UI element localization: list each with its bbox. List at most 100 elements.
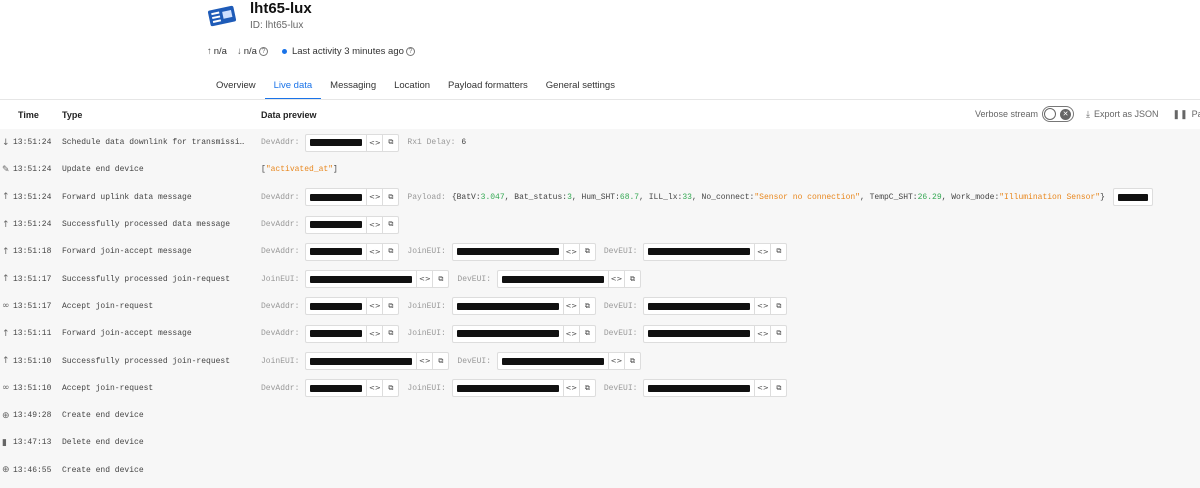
code-icon[interactable]: <> [562, 325, 579, 342]
copy-icon[interactable]: ⧉ [624, 353, 640, 370]
joineui-field[interactable]: <> ⧉ [305, 270, 450, 289]
verbose-stream-toggle[interactable]: ✕ [1042, 106, 1075, 122]
code-icon[interactable]: <> [366, 134, 382, 151]
event-row[interactable]: ⊕ 13:49:28 Create end device [0, 402, 1200, 429]
deveui-field[interactable]: <> ⧉ [643, 379, 788, 398]
code-icon[interactable]: <> [562, 243, 579, 260]
devaddr-field[interactable]: <> ⧉ [305, 324, 400, 343]
redacted-value [502, 357, 605, 365]
copy-icon[interactable]: ⧉ [382, 243, 398, 260]
copy-icon[interactable]: ⧉ [382, 216, 398, 233]
devaddr-field[interactable]: <> ⧉ [305, 215, 400, 234]
event-row[interactable]: ✎ 13:51:24 Update end device [ "activated_a… [0, 156, 1200, 183]
event-row[interactable]: ⊕ 13:46:55 Create end device [0, 457, 1200, 484]
payload-value: 3.047 [480, 192, 505, 202]
event-row[interactable]: ↑ 13:51:24 Successfully processed data mes… [0, 211, 1200, 238]
tab-overview[interactable]: Overview [207, 72, 265, 100]
code-icon[interactable]: <> [366, 298, 382, 315]
tab-live-data[interactable]: Live data [264, 72, 322, 100]
copy-icon[interactable]: ⧉ [432, 353, 448, 370]
deveui-field[interactable]: <> ⧉ [643, 324, 788, 343]
devaddr-field[interactable]: <> ⧉ [305, 242, 400, 261]
copy-icon[interactable]: ⧉ [382, 380, 398, 397]
deveui-field[interactable]: <> ⧉ [497, 270, 642, 289]
code-icon[interactable]: <> [754, 243, 770, 260]
extra-field[interactable] [1112, 188, 1153, 207]
code-icon[interactable]: <> [416, 271, 432, 288]
joineui-field[interactable]: <> ⧉ [451, 242, 596, 261]
copy-icon[interactable]: ⧉ [382, 325, 398, 342]
redacted-value [310, 248, 363, 256]
copy-icon[interactable]: ⧉ [382, 134, 398, 151]
devaddr-field[interactable]: <> ⧉ [305, 379, 400, 398]
code-icon[interactable]: <> [416, 353, 432, 370]
help-icon[interactable]: ? [258, 46, 268, 56]
joineui-field[interactable]: <> ⧉ [305, 352, 450, 371]
deveui-field[interactable]: <> ⧉ [643, 297, 788, 316]
copy-icon[interactable]: ⧉ [578, 325, 595, 342]
code-icon[interactable]: <> [754, 298, 770, 315]
copy-icon[interactable]: ⧉ [578, 380, 595, 397]
event-row[interactable]: ∞ 13:51:10 Accept join-request DevAddr: <> ⧉ J… [0, 375, 1200, 402]
tab-messaging[interactable]: Messaging [321, 72, 385, 100]
event-row[interactable]: ↑ 13:51:24 Forward uplink data message DevA… [0, 184, 1200, 211]
event-row[interactable]: ∞ 13:51:17 Accept join-request DevAddr: <> ⧉ J… [0, 293, 1200, 320]
arrow-up-icon: ↑ [2, 192, 10, 203]
copy-icon[interactable]: ⧉ [578, 243, 595, 260]
copy-icon[interactable]: ⧉ [432, 271, 448, 288]
copy-icon[interactable]: ⧉ [624, 271, 640, 288]
devaddr-field[interactable]: <> ⧉ [305, 133, 400, 152]
code-icon[interactable]: <> [562, 298, 579, 315]
event-row[interactable]: ↑ 13:51:17 Successfully processed join-req… [0, 265, 1200, 292]
code-icon[interactable]: <> [366, 325, 382, 342]
event-row[interactable]: ▮ 13:47:13 Delete end device [0, 429, 1200, 456]
copy-icon[interactable]: ⧉ [770, 325, 786, 342]
copy-icon[interactable]: ⧉ [770, 380, 786, 397]
arrow-down-icon: ↓ [2, 137, 10, 148]
copy-icon[interactable]: ⧉ [578, 298, 595, 315]
device-title: lht65-lux [250, 0, 312, 17]
deveui-field[interactable]: <> ⧉ [497, 352, 642, 371]
copy-icon[interactable]: ⧉ [382, 298, 398, 315]
tab-general-settings[interactable]: General settings [537, 72, 624, 100]
code-icon[interactable]: <> [608, 353, 624, 370]
download-icon[interactable]: ⤓ [1086, 109, 1090, 120]
joineui-field-label: JoinEUI: [407, 301, 446, 311]
tab-payload-formatters[interactable]: Payload formatters [439, 72, 537, 100]
code-icon[interactable]: <> [562, 380, 579, 397]
joineui-field[interactable]: <> ⧉ [451, 297, 596, 316]
code-icon[interactable]: <> [366, 189, 382, 206]
status-dot-icon [281, 49, 287, 54]
export-json-button[interactable]: Export as JSON [1094, 109, 1159, 119]
joineui-field[interactable]: <> ⧉ [451, 324, 596, 343]
code-icon[interactable]: <> [366, 243, 382, 260]
pause-button[interactable]: Par [1192, 109, 1200, 119]
joineui-field[interactable]: <> ⧉ [451, 379, 596, 398]
deveui-field[interactable]: <> ⧉ [643, 242, 788, 261]
comma: , [941, 192, 952, 202]
pause-icon[interactable]: ❚❚ [1173, 109, 1188, 120]
copy-icon[interactable]: ⧉ [770, 243, 786, 260]
rx1-delay-value: 6 [461, 138, 467, 148]
code-icon[interactable]: <> [754, 380, 770, 397]
copy-icon[interactable]: ⧉ [382, 189, 398, 206]
event-row[interactable]: ↑ 13:51:10 Successfully processed join-req… [0, 347, 1200, 374]
devaddr-field[interactable]: <> ⧉ [305, 297, 400, 316]
payload-label: Payload: [407, 192, 446, 202]
event-row[interactable]: ↑ 13:51:18 Forward join-accept message DevA… [0, 238, 1200, 265]
copy-icon[interactable]: ⧉ [770, 298, 786, 315]
redacted-value [1117, 193, 1148, 201]
devaddr-field-label: DevAddr: [261, 138, 300, 148]
event-row[interactable]: ↓ 13:51:24 Schedule data downlink for tran… [0, 129, 1200, 156]
code-icon[interactable]: <> [366, 216, 382, 233]
deveui-field-label: DevEUI: [603, 329, 638, 339]
event-time: 13:51:24 [13, 220, 52, 230]
code-icon[interactable]: <> [366, 380, 382, 397]
help-icon[interactable]: ? [405, 47, 415, 56]
payload-value: 33 [682, 192, 692, 202]
event-row[interactable]: ↑ 13:51:11 Forward join-accept message DevA… [0, 320, 1200, 347]
devaddr-field[interactable]: <> ⧉ [305, 188, 400, 207]
code-icon[interactable]: <> [608, 271, 624, 288]
tab-location[interactable]: Location [385, 72, 439, 100]
code-icon[interactable]: <> [754, 325, 770, 342]
